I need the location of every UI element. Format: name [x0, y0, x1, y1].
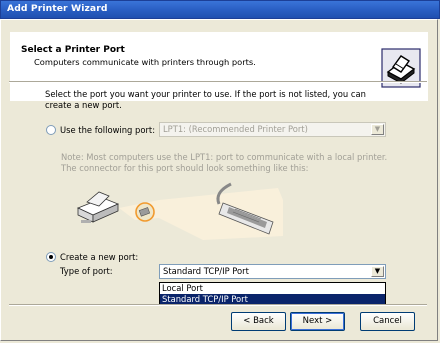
use-existing-port-radio[interactable] [46, 125, 56, 135]
port-type-label: Type of port: [60, 266, 113, 276]
page-subtitle: Computers communicate with printers thro… [34, 57, 256, 67]
dropdown-option-local-port[interactable]: Local Port [160, 283, 385, 294]
page-title: Select a Printer Port [21, 45, 125, 55]
dropdown-arrow-icon[interactable]: ▼ [371, 124, 384, 135]
back-button[interactable]: < Back [231, 312, 286, 331]
title-bar[interactable]: Add Printer Wizard [0, 0, 440, 19]
port-type-value: Standard TCP/IP Port [163, 266, 249, 276]
header-divider [9, 81, 427, 83]
window-title: Add Printer Wizard [7, 3, 108, 14]
existing-port-select[interactable]: LPT1: (Recommended Printer Port) ▼ [159, 122, 386, 137]
printer-icon [76, 191, 120, 223]
next-button[interactable]: Next > [290, 312, 345, 331]
create-new-port-label[interactable]: Create a new port: [60, 252, 138, 262]
port-type-dropdown-list: Local Port Standard TCP/IP Port [159, 282, 386, 306]
intro-text: Select the port you want your printer to… [45, 89, 366, 110]
use-existing-port-label[interactable]: Use the following port: [60, 125, 155, 135]
connector-illustration [76, 182, 283, 240]
footer-divider [9, 304, 427, 306]
port-type-select[interactable]: Standard TCP/IP Port ▼ [159, 264, 386, 279]
cancel-button[interactable]: Cancel [360, 312, 415, 331]
port-note: Note: Most computers use the LPT1: port … [61, 152, 388, 173]
dropdown-arrow-icon[interactable]: ▼ [371, 266, 384, 277]
existing-port-value: LPT1: (Recommended Printer Port) [163, 124, 308, 134]
create-new-port-radio[interactable] [46, 252, 56, 262]
